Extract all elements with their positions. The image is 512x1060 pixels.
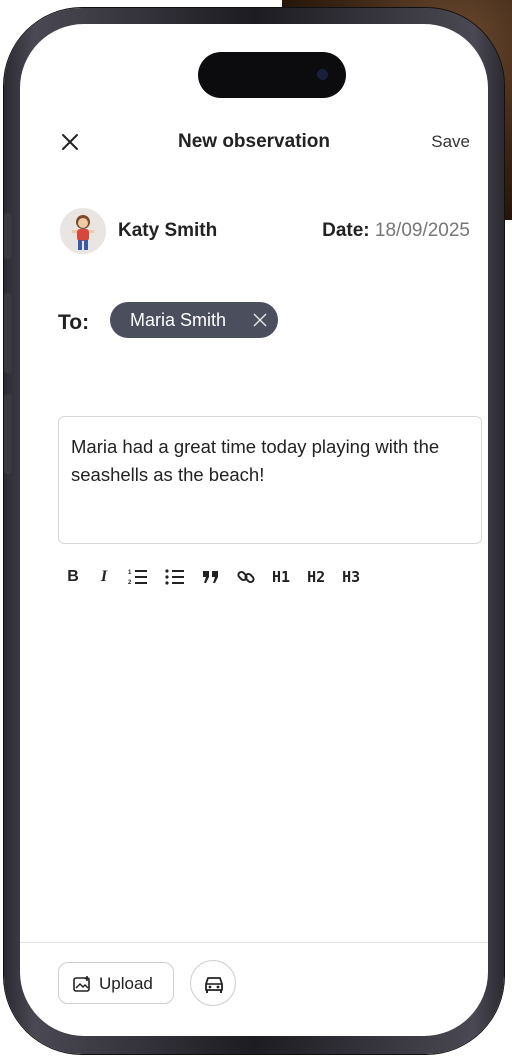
recipient-chip-label: Maria Smith <box>130 310 227 330</box>
dynamic-island <box>198 52 346 98</box>
bottom-divider <box>20 942 488 943</box>
heading-1[interactable]: H1 <box>272 562 290 592</box>
upload-label: Upload <box>99 974 153 993</box>
car-button[interactable] <box>190 960 236 1006</box>
action-button <box>4 213 12 259</box>
page-title: New observation <box>177 131 331 152</box>
ordered-list-icon[interactable]: 12 <box>128 562 148 592</box>
phone-frame: New observation Save Katy Smith Date: 18… <box>4 8 504 1054</box>
author-name: Katy Smith <box>118 220 218 241</box>
save-button[interactable]: Save <box>431 132 470 152</box>
date-label: Date: <box>322 220 370 241</box>
volume-down-button <box>4 394 12 474</box>
formatting-toolbar: B I 12 H1 H2 H3 <box>66 562 377 592</box>
italic-icon[interactable]: I <box>97 562 111 592</box>
quote-icon[interactable] <box>202 562 220 592</box>
heading-2[interactable]: H2 <box>307 562 325 592</box>
app-screen: New observation Save Katy Smith Date: 18… <box>20 24 488 1036</box>
upload-button[interactable]: Upload <box>58 962 174 1004</box>
recipient-chip[interactable]: Maria Smith <box>110 302 278 338</box>
svg-text:2: 2 <box>128 580 132 586</box>
svg-text:1: 1 <box>128 570 132 576</box>
bold-icon[interactable]: B <box>66 562 80 592</box>
volume-up-button <box>4 293 12 373</box>
remove-recipient-icon[interactable] <box>252 312 268 328</box>
date-value[interactable]: 18/09/2025 <box>375 220 470 241</box>
image-upload-icon <box>73 975 91 993</box>
observation-date: Date: 18/09/2025 <box>322 220 470 242</box>
heading-3[interactable]: H3 <box>342 562 360 592</box>
header-bar: New observation Save <box>20 124 488 164</box>
car-icon <box>205 977 223 993</box>
avatar <box>60 208 106 254</box>
link-icon[interactable] <box>237 562 255 592</box>
author-row: Katy Smith Date: 18/09/2025 <box>60 208 470 254</box>
observation-textarea[interactable]: Maria had a great time today playing wit… <box>58 416 482 544</box>
bullet-list-icon[interactable] <box>165 562 185 592</box>
to-label: To: <box>58 311 90 334</box>
